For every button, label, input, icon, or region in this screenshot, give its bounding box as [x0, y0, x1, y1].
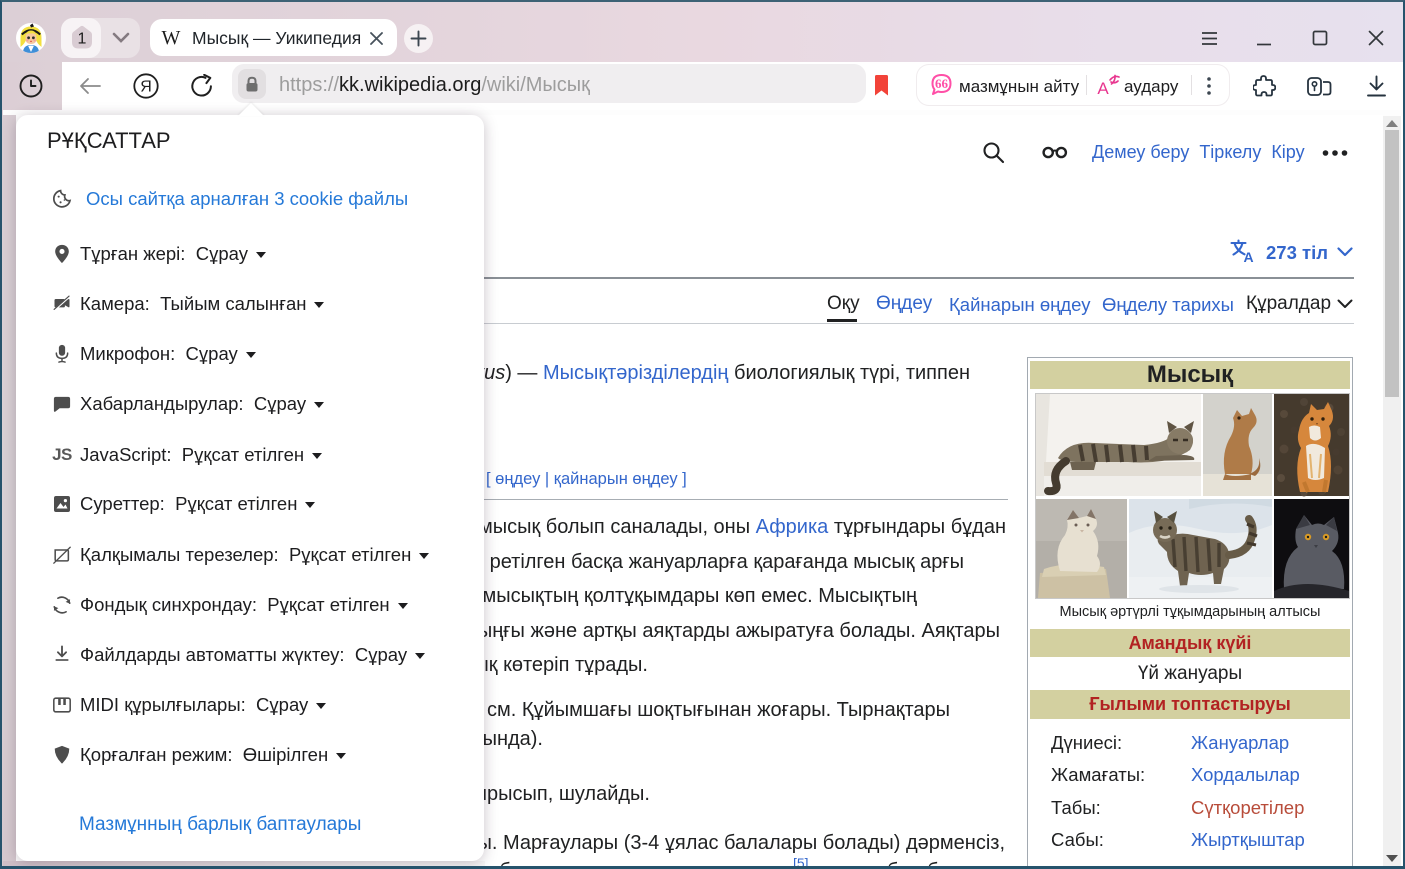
svg-text:66: 66: [935, 76, 949, 91]
svg-text:A: A: [1097, 79, 1109, 97]
svg-text:Я: Я: [140, 79, 152, 96]
svg-text:W: W: [162, 27, 181, 47]
svg-text:A: A: [1243, 249, 1253, 263]
svg-text:1: 1: [78, 31, 87, 48]
